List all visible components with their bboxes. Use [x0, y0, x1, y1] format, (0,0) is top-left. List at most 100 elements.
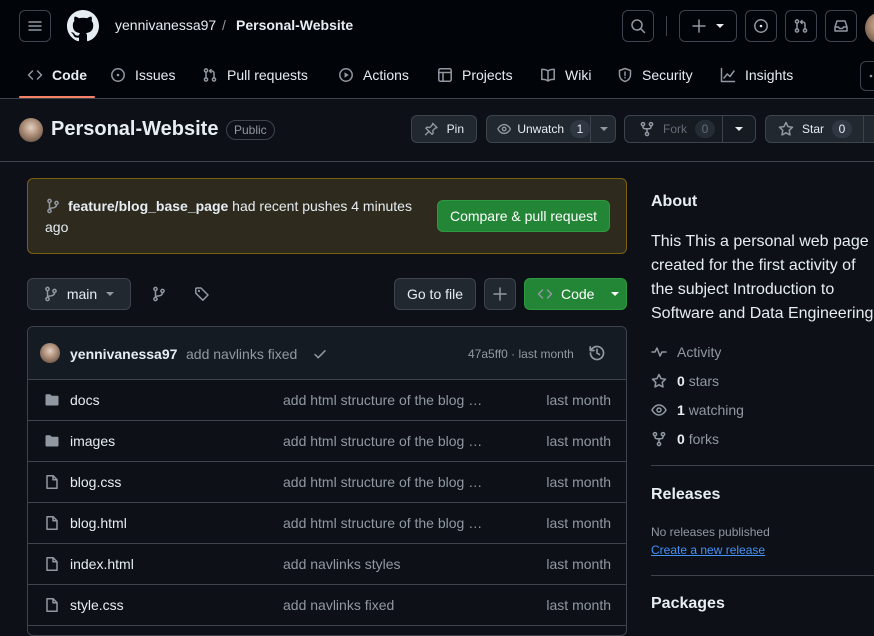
star-icon — [651, 373, 667, 388]
folder-icon — [45, 435, 59, 447]
file-commit-message[interactable]: add navlinks styles — [283, 556, 488, 572]
sidebar-divider — [651, 465, 874, 466]
releases-heading[interactable]: Releases — [651, 486, 720, 504]
inbox-button[interactable] — [825, 10, 857, 42]
repo-title[interactable]: Personal-Website — [51, 118, 218, 141]
pin-label: Pin — [446, 122, 464, 136]
activity-link[interactable]: Activity — [651, 342, 721, 362]
pull-requests-button[interactable] — [785, 10, 817, 42]
table-row[interactable]: blog.css add html structure of the blog … — [28, 462, 626, 503]
watching-link[interactable]: 1 watching — [651, 400, 744, 420]
repo-header: Personal-Website Public Pin Unwatch 1 Fo… — [0, 99, 874, 162]
table-row[interactable]: index.html add navlinks styles last mont… — [28, 544, 626, 585]
file-name[interactable]: blog.html — [70, 515, 127, 531]
file-commit-message[interactable]: add html structure of the blog page — [283, 433, 488, 449]
go-to-file-button[interactable]: Go to file — [394, 278, 476, 310]
tab-security[interactable]: Security — [617, 52, 693, 98]
fork-button[interactable]: Fork 0 — [624, 115, 756, 143]
file-name[interactable]: index.html — [70, 556, 134, 572]
play-icon — [339, 68, 353, 82]
user-avatar[interactable] — [865, 12, 874, 44]
watch-counter: 1 — [570, 120, 590, 138]
triangle-down-icon — [735, 127, 743, 131]
inbox-icon — [834, 20, 848, 32]
search-button[interactable] — [622, 10, 654, 42]
file-age: last month — [546, 433, 611, 449]
file-commit-message[interactable]: add html structure of the blog page — [283, 392, 488, 408]
tab-projects[interactable]: Projects — [437, 52, 513, 98]
pull-request-icon — [203, 68, 217, 82]
tab-wiki[interactable]: Wiki — [540, 52, 591, 98]
breadcrumb-owner[interactable]: yennivanessa97 — [115, 17, 216, 33]
tab-label: Wiki — [565, 67, 592, 83]
tab-insights[interactable]: Insights — [720, 52, 793, 98]
pin-icon — [424, 122, 438, 136]
branch-selector[interactable]: main — [27, 278, 131, 310]
owner-avatar[interactable] — [19, 118, 43, 142]
code-icon — [537, 289, 553, 299]
banner-branch-name[interactable]: feature/blog_base_page — [68, 198, 228, 214]
tags-button[interactable] — [186, 278, 218, 310]
unwatch-label: Unwatch — [517, 122, 564, 136]
code-label: Code — [561, 286, 595, 302]
table-row[interactable]: docs add html structure of the blog page… — [28, 380, 626, 421]
tab-label: Projects — [462, 67, 513, 83]
file-commit-message[interactable]: add html structure of the blog page — [283, 474, 488, 490]
commit-author[interactable]: yennivanessa97 — [70, 346, 177, 362]
eye-icon — [497, 123, 512, 135]
commit-hash-time[interactable]: 47a5ff0 · last month — [468, 347, 574, 361]
active-tab-indicator — [19, 96, 95, 98]
file-name[interactable]: style.css — [70, 597, 124, 613]
tab-actions[interactable]: Actions — [338, 52, 409, 98]
branches-button[interactable] — [143, 278, 175, 310]
issues-button[interactable] — [745, 10, 777, 42]
issue-icon — [111, 68, 125, 82]
table-row[interactable]: style.css add navlinks fixed last month — [28, 585, 626, 626]
file-age: last month — [546, 556, 611, 572]
no-releases-text: No releases published — [651, 525, 770, 539]
file-name[interactable]: docs — [70, 392, 100, 408]
hamburger-icon — [28, 21, 42, 31]
branch-name: main — [66, 286, 98, 302]
repo-nav: Code Issues Pull requests Actions Projec… — [0, 52, 874, 99]
tab-label: Security — [642, 67, 693, 83]
table-row[interactable]: images add html structure of the blog pa… — [28, 421, 626, 462]
tab-label: Issues — [135, 67, 176, 83]
pulse-icon — [651, 347, 667, 357]
packages-heading[interactable]: Packages — [651, 595, 725, 613]
recent-push-banner: feature/blog_base_page had recent pushes… — [27, 178, 627, 254]
git-branch-icon — [153, 286, 165, 302]
create-release-link[interactable]: Create a new release — [651, 543, 765, 557]
star-button[interactable]: Star 0 — [765, 115, 874, 143]
stars-link[interactable]: 0 stars — [651, 371, 719, 391]
file-icon — [46, 516, 58, 530]
tab-issues[interactable]: Issues — [110, 52, 175, 98]
tab-pull-requests[interactable]: Pull requests — [202, 52, 308, 98]
book-icon — [541, 68, 555, 82]
check-icon[interactable] — [312, 346, 328, 362]
commit-author-avatar[interactable] — [40, 343, 60, 363]
add-file-button[interactable] — [484, 278, 516, 310]
pin-button[interactable]: Pin — [411, 115, 477, 143]
fork-icon — [652, 431, 666, 447]
forks-link[interactable]: 0 forks — [651, 429, 719, 449]
file-commit-message[interactable]: add navlinks fixed — [283, 597, 488, 613]
history-icon[interactable] — [588, 344, 606, 362]
forks-count: 0 — [677, 431, 685, 447]
code-dropdown-button[interactable]: Code — [524, 278, 627, 310]
file-name[interactable]: images — [70, 433, 115, 449]
compare-pull-request-button[interactable]: Compare & pull request — [437, 200, 610, 232]
breadcrumb-repo[interactable]: Personal-Website — [236, 17, 353, 33]
github-logo-icon[interactable] — [67, 10, 99, 42]
file-commit-message[interactable]: add html structure of the blog page — [283, 515, 488, 531]
unwatch-button[interactable]: Unwatch 1 — [486, 115, 616, 143]
file-browser: yennivanessa97 add navlinks fixed 47a5ff… — [27, 326, 627, 636]
table-row[interactable]: blog.html add html structure of the blog… — [28, 503, 626, 544]
more-options-button[interactable] — [860, 61, 874, 91]
commit-message[interactable]: add navlinks fixed — [186, 346, 297, 362]
menu-button[interactable] — [19, 10, 51, 42]
create-new-button[interactable] — [679, 10, 737, 42]
tab-code[interactable]: Code — [27, 52, 87, 98]
file-name[interactable]: blog.css — [70, 474, 121, 490]
search-icon — [631, 19, 646, 34]
